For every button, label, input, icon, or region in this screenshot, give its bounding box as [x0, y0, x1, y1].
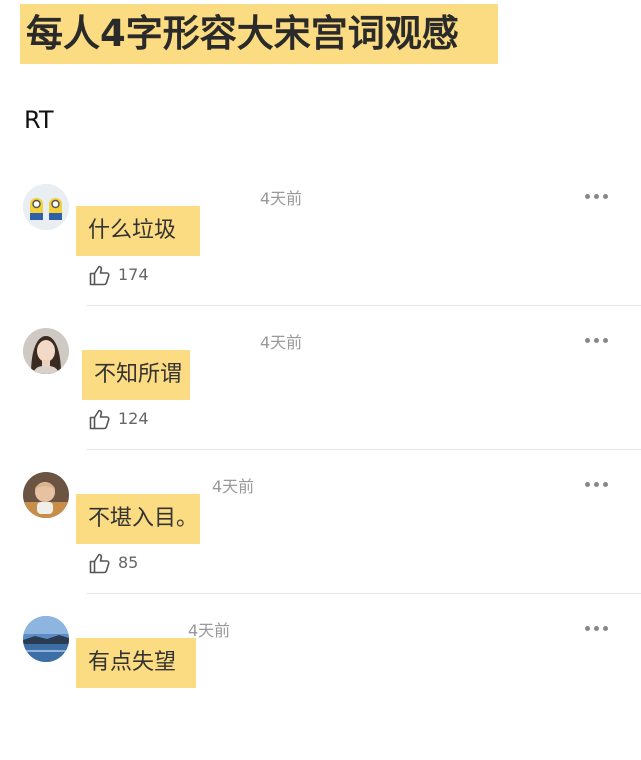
comment-text: 不知所谓	[82, 350, 190, 400]
landscape-avatar-icon	[23, 616, 69, 662]
post-body: RT	[24, 106, 54, 134]
avatar[interactable]	[23, 328, 69, 374]
comment-item: 4天前 什么垃圾 174	[0, 184, 641, 328]
more-dots-icon[interactable]	[585, 194, 608, 199]
comment-item: 4天前 有点失望	[0, 616, 641, 760]
like-count: 174	[118, 265, 149, 284]
like-count: 85	[118, 553, 139, 572]
like-count: 124	[118, 409, 149, 428]
comment-item: 4天前 不堪入目。 85	[0, 472, 641, 616]
child-photo-avatar-icon	[23, 472, 69, 518]
more-dots-icon[interactable]	[585, 626, 608, 631]
like-button[interactable]: 85	[88, 550, 138, 576]
comment-item: 4天前 不知所谓 124	[0, 328, 641, 472]
like-button[interactable]: 124	[88, 406, 149, 432]
divider	[86, 449, 641, 450]
thumbs-up-icon	[89, 409, 110, 430]
divider	[86, 305, 641, 306]
more-dots-icon[interactable]	[585, 482, 608, 487]
comment-text: 什么垃圾	[76, 206, 200, 256]
like-button[interactable]: 174	[88, 262, 149, 288]
woman-portrait-avatar-icon	[23, 328, 69, 374]
thumbs-up-icon	[89, 265, 110, 286]
thumbs-up-icon	[89, 553, 110, 574]
minion-avatar-icon	[23, 184, 69, 230]
avatar[interactable]	[23, 472, 69, 518]
comment-time: 4天前	[212, 477, 255, 496]
avatar[interactable]	[23, 616, 69, 662]
comment-text: 不堪入目。	[76, 494, 200, 544]
more-dots-icon[interactable]	[585, 338, 608, 343]
comment-time: 4天前	[260, 189, 303, 208]
divider	[86, 593, 641, 594]
comment-text: 有点失望	[76, 638, 196, 688]
comment-time: 4天前	[260, 333, 303, 352]
avatar[interactable]	[23, 184, 69, 230]
post-title: 每人4字形容大宋宫词观感	[20, 4, 498, 64]
